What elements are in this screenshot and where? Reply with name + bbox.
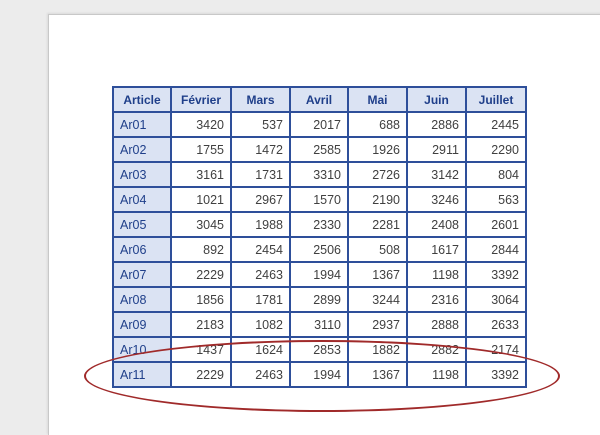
article-cell[interactable]: Ar07	[112, 261, 172, 288]
value-cell[interactable]: 508	[347, 236, 408, 263]
value-cell[interactable]: 3246	[406, 186, 467, 213]
table-row: Ar11 2229 2463 1994 1367 1198 3392	[112, 361, 527, 388]
value-cell[interactable]: 3161	[170, 161, 232, 188]
article-cell[interactable]: Ar11	[112, 361, 172, 388]
value-cell[interactable]: 1198	[406, 261, 467, 288]
value-cell[interactable]: 537	[230, 111, 291, 138]
value-cell[interactable]: 2408	[406, 211, 467, 238]
value-cell[interactable]: 2601	[465, 211, 527, 238]
column-header[interactable]: Mai	[347, 86, 408, 113]
table-row: Ar01 3420 537 2017 688 2886 2445	[112, 111, 527, 138]
table-row: Ar08 1856 1781 2899 3244 2316 3064	[112, 286, 527, 313]
column-header[interactable]: Mars	[230, 86, 291, 113]
value-cell[interactable]: 3310	[289, 161, 349, 188]
value-cell[interactable]: 2330	[289, 211, 349, 238]
value-cell[interactable]: 1731	[230, 161, 291, 188]
value-cell[interactable]: 2190	[347, 186, 408, 213]
value-cell[interactable]: 3420	[170, 111, 232, 138]
value-cell[interactable]: 2882	[406, 336, 467, 363]
article-cell[interactable]: Ar05	[112, 211, 172, 238]
value-cell[interactable]: 1570	[289, 186, 349, 213]
value-cell[interactable]: 2911	[406, 136, 467, 163]
value-cell[interactable]: 2316	[406, 286, 467, 313]
value-cell[interactable]: 892	[170, 236, 232, 263]
table-row: Ar05 3045 1988 2330 2281 2408 2601	[112, 211, 527, 238]
value-cell[interactable]: 1624	[230, 336, 291, 363]
value-cell[interactable]: 2585	[289, 136, 349, 163]
value-cell[interactable]: 563	[465, 186, 527, 213]
value-cell[interactable]: 1472	[230, 136, 291, 163]
value-cell[interactable]: 2726	[347, 161, 408, 188]
article-cell[interactable]: Ar01	[112, 111, 172, 138]
value-cell[interactable]: 2899	[289, 286, 349, 313]
value-cell[interactable]: 2633	[465, 311, 527, 338]
value-cell[interactable]: 2853	[289, 336, 349, 363]
value-cell[interactable]: 3045	[170, 211, 232, 238]
value-cell[interactable]: 1021	[170, 186, 232, 213]
value-cell[interactable]: 1781	[230, 286, 291, 313]
value-cell[interactable]: 2463	[230, 261, 291, 288]
article-cell[interactable]: Ar03	[112, 161, 172, 188]
value-cell[interactable]: 1882	[347, 336, 408, 363]
value-cell[interactable]: 2844	[465, 236, 527, 263]
value-cell[interactable]: 3392	[465, 261, 527, 288]
table-row: Ar04 1021 2967 1570 2190 3246 563	[112, 186, 527, 213]
value-cell[interactable]: 3110	[289, 311, 349, 338]
value-cell[interactable]: 3064	[465, 286, 527, 313]
value-cell[interactable]: 1988	[230, 211, 291, 238]
data-table: Article Février Mars Avril Mai Juin Juillet Ar…	[112, 86, 527, 388]
value-cell[interactable]: 2183	[170, 311, 232, 338]
value-cell[interactable]: 2888	[406, 311, 467, 338]
value-cell[interactable]: 2886	[406, 111, 467, 138]
table-row: Ar02 1755 1472 2585 1926 2911 2290	[112, 136, 527, 163]
table-row: Ar10 1437 1624 2853 1882 2882 2174	[112, 336, 527, 363]
value-cell[interactable]: 804	[465, 161, 527, 188]
value-cell[interactable]: 3142	[406, 161, 467, 188]
value-cell[interactable]: 2463	[230, 361, 291, 388]
value-cell[interactable]: 2967	[230, 186, 291, 213]
column-header[interactable]: Février	[170, 86, 232, 113]
value-cell[interactable]: 1198	[406, 361, 467, 388]
value-cell[interactable]: 2445	[465, 111, 527, 138]
table-row: Ar07 2229 2463 1994 1367 1198 3392	[112, 261, 527, 288]
value-cell[interactable]: 1617	[406, 236, 467, 263]
article-cell[interactable]: Ar09	[112, 311, 172, 338]
table-row: Ar06 892 2454 2506 508 1617 2844	[112, 236, 527, 263]
value-cell[interactable]: 2281	[347, 211, 408, 238]
value-cell[interactable]: 1367	[347, 261, 408, 288]
value-cell[interactable]: 2454	[230, 236, 291, 263]
value-cell[interactable]: 2229	[170, 361, 232, 388]
article-cell[interactable]: Ar02	[112, 136, 172, 163]
value-cell[interactable]: 2017	[289, 111, 349, 138]
column-header[interactable]: Article	[112, 86, 172, 113]
table-row: Ar03 3161 1731 3310 2726 3142 804	[112, 161, 527, 188]
value-cell[interactable]: 688	[347, 111, 408, 138]
table-body: Ar01 3420 537 2017 688 2886 2445 Ar02 1755 1472 25…	[112, 111, 527, 388]
column-header[interactable]: Juin	[406, 86, 467, 113]
table-header-row: Article Février Mars Avril Mai Juin Juillet	[112, 86, 527, 113]
value-cell[interactable]: 2229	[170, 261, 232, 288]
value-cell[interactable]: 1437	[170, 336, 232, 363]
article-cell[interactable]: Ar04	[112, 186, 172, 213]
table-row: Ar09 2183 1082 3110 2937 2888 2633	[112, 311, 527, 338]
article-cell[interactable]: Ar10	[112, 336, 172, 363]
value-cell[interactable]: 1367	[347, 361, 408, 388]
value-cell[interactable]: 1926	[347, 136, 408, 163]
value-cell[interactable]: 2937	[347, 311, 408, 338]
value-cell[interactable]: 3244	[347, 286, 408, 313]
article-cell[interactable]: Ar08	[112, 286, 172, 313]
value-cell[interactable]: 2506	[289, 236, 349, 263]
value-cell[interactable]: 2290	[465, 136, 527, 163]
article-cell[interactable]: Ar06	[112, 236, 172, 263]
value-cell[interactable]: 1755	[170, 136, 232, 163]
value-cell[interactable]: 1994	[289, 361, 349, 388]
value-cell[interactable]: 1856	[170, 286, 232, 313]
column-header[interactable]: Avril	[289, 86, 349, 113]
value-cell[interactable]: 2174	[465, 336, 527, 363]
column-header[interactable]: Juillet	[465, 86, 527, 113]
value-cell[interactable]: 1082	[230, 311, 291, 338]
value-cell[interactable]: 1994	[289, 261, 349, 288]
value-cell[interactable]: 3392	[465, 361, 527, 388]
